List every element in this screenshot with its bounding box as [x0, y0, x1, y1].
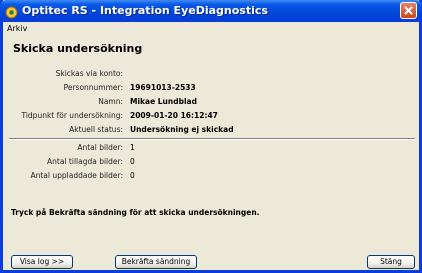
close-window-button[interactable] [400, 2, 417, 19]
count-row-uploaded: Antal uppladdade bilder: 0 [3, 171, 419, 181]
field-value-personnummer: 19691013-2533 [130, 83, 196, 92]
field-label: Personnummer: [63, 83, 123, 92]
count-value-uploaded: 0 [130, 171, 135, 180]
field-row-status: Aktuell status: Undersökning ej skickad [3, 125, 419, 135]
title-bar[interactable]: Optitec RS - Integration EyeDiagnostics [0, 0, 422, 22]
dialog-window: Optitec RS - Integration EyeDiagnostics … [0, 0, 422, 273]
count-value-added: 0 [130, 157, 135, 166]
instruction-text: Tryck på Bekräfta sändning för att skick… [11, 208, 260, 217]
count-value-images: 1 [130, 143, 135, 152]
show-log-button[interactable]: Visa log >> [11, 255, 73, 269]
field-label: Namn: [98, 97, 123, 106]
page-title: Skicka undersökning [13, 42, 143, 55]
count-label: Antal tillagda bilder: [47, 157, 123, 166]
field-label: Aktuell status: [69, 125, 123, 134]
window-title: Optitec RS - Integration EyeDiagnostics [22, 4, 268, 17]
menu-bar: Arkiv [3, 22, 419, 37]
field-row-timestamp: Tidpunkt för undersökning: 2009-01-20 16… [3, 111, 419, 121]
field-row-account: Skickas via konto: [3, 69, 419, 79]
app-eye-icon [5, 4, 18, 19]
count-label: Antal uppladdade bilder: [30, 171, 123, 180]
field-row-name: Namn: Mikae Lundblad [3, 97, 419, 107]
close-icon [404, 6, 413, 15]
field-label: Skickas via konto: [55, 69, 123, 78]
field-label: Tidpunkt för undersökning: [21, 111, 123, 120]
field-row-personnummer: Personnummer: 19691013-2533 [3, 83, 419, 93]
menu-arkiv[interactable]: Arkiv [7, 24, 27, 33]
dialog-content: Skicka undersökning Skickas via konto: P… [3, 37, 419, 270]
count-row-images: Antal bilder: 1 [3, 143, 419, 153]
status-value: Undersökning ej skickad [130, 125, 234, 134]
divider [9, 138, 415, 140]
confirm-send-button[interactable]: Bekräfta sändning [115, 255, 197, 269]
count-label: Antal bilder: [77, 143, 123, 152]
field-value-timestamp: 2009-01-20 16:12:47 [130, 111, 218, 120]
close-button[interactable]: Stäng [367, 255, 415, 269]
count-row-added: Antal tillagda bilder: 0 [3, 157, 419, 167]
field-value-name: Mikae Lundblad [130, 97, 197, 106]
